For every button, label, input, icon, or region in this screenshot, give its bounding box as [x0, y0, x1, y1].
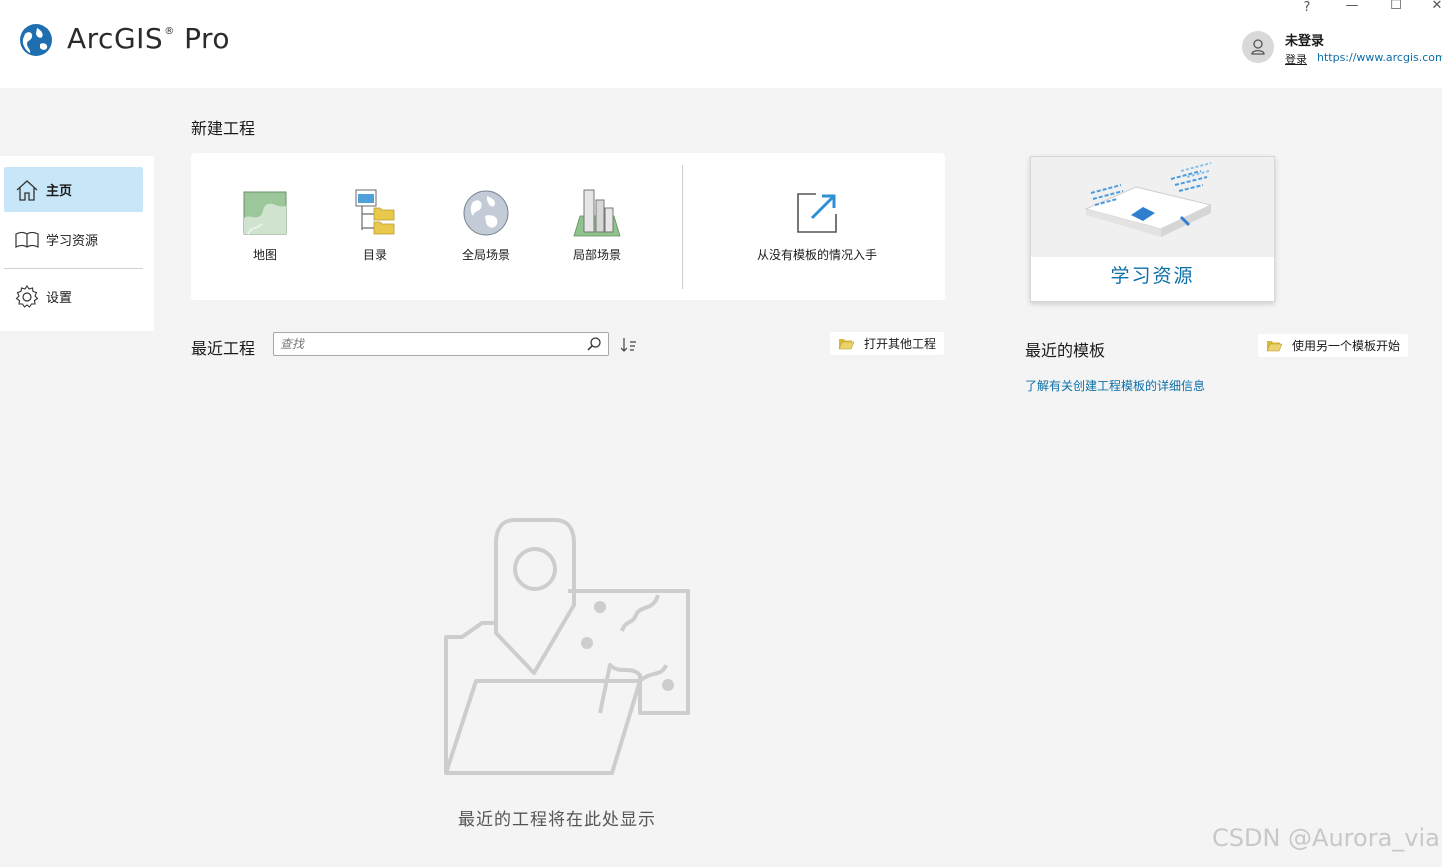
template-local-scene[interactable]: 局部场景 — [547, 183, 647, 263]
help-button[interactable]: ? — [1296, 0, 1318, 15]
user-icon — [1251, 39, 1265, 55]
search-icon[interactable] — [586, 336, 602, 352]
local-scene-icon — [573, 189, 621, 237]
sidebar-item-label: 主页 — [46, 184, 73, 199]
learning-label: 学习资源 — [1110, 265, 1195, 287]
open-other-project-label: 打开其他工程 — [864, 337, 937, 351]
sidebar-item-label: 设置 — [46, 291, 73, 306]
app-brand: ArcGIS® Pro — [67, 22, 231, 55]
folder-open-icon — [838, 339, 854, 350]
sidebar: 主页 学习资源 设置 — [0, 156, 154, 331]
template-label: 从没有模板的情况入手 — [756, 248, 877, 262]
use-another-template-label: 使用另一个模板开始 — [1292, 339, 1401, 353]
recent-projects-title: 最近工程 — [191, 339, 256, 358]
template-label: 目录 — [362, 248, 387, 262]
learning-resources-card[interactable]: 学习资源 — [1030, 156, 1275, 302]
template-global-scene[interactable]: 全局场景 — [436, 183, 536, 263]
new-project-card: 地图 目录 全局场景 局部场景 从没有模板的情况入手 — [191, 153, 945, 300]
avatar[interactable] — [1242, 31, 1274, 63]
arcgis-logo-icon — [20, 24, 52, 56]
globe-icon — [463, 190, 509, 236]
template-label: 全局场景 — [461, 248, 510, 262]
close-button[interactable]: ✕ — [1426, 0, 1442, 13]
sidebar-item-label: 学习资源 — [46, 234, 99, 249]
search-input[interactable] — [274, 333, 574, 355]
user-status: 未登录 — [1285, 34, 1325, 49]
maximize-button[interactable]: ☐ — [1385, 0, 1407, 13]
use-another-template-button[interactable]: 使用另一个模板开始 — [1258, 334, 1409, 357]
sort-icon[interactable] — [620, 336, 638, 354]
sidebar-item-learning[interactable]: 学习资源 — [4, 217, 143, 262]
sidebar-divider — [4, 268, 143, 269]
template-label: 局部场景 — [572, 248, 621, 262]
map-icon — [243, 191, 287, 235]
open-book-icon — [1084, 162, 1213, 237]
watermark: CSDN @Aurora_via — [1212, 824, 1440, 852]
learning-illustration — [1031, 157, 1274, 257]
template-start-without[interactable]: 从没有模板的情况入手 — [742, 183, 892, 263]
learn-more-templates-link[interactable]: 了解有关创建工程模板的详细信息 — [1025, 377, 1205, 394]
app-header: ArcGIS® Pro ? — ☐ ✕ 未登录 登录 https://www.a… — [0, 0, 1442, 88]
sidebar-item-home[interactable]: 主页 — [4, 167, 143, 212]
sidebar-item-settings[interactable]: 设置 — [4, 274, 143, 319]
catalog-icon — [355, 189, 395, 235]
card-divider — [682, 165, 683, 289]
home-icon — [16, 179, 38, 201]
empty-state-text: 最近的工程将在此处显示 — [458, 810, 656, 830]
new-project-title: 新建工程 — [191, 119, 256, 138]
minimize-button[interactable]: — — [1341, 0, 1363, 13]
open-other-project-button[interactable]: 打开其他工程 — [830, 332, 945, 355]
search-box — [273, 332, 609, 356]
template-catalog[interactable]: 目录 — [325, 183, 425, 263]
template-map[interactable]: 地图 — [215, 183, 315, 263]
recent-templates-title: 最近的模板 — [1025, 341, 1106, 360]
empty-projects-illustration — [444, 518, 690, 775]
template-label: 地图 — [252, 248, 277, 262]
book-icon — [15, 231, 39, 248]
portal-url-link[interactable]: https://www.arcgis.com/ — [1317, 51, 1442, 64]
gear-icon — [15, 284, 39, 308]
login-link[interactable]: 登录 — [1285, 51, 1307, 67]
external-arrow-icon — [797, 193, 837, 233]
folder-open-icon — [1266, 341, 1282, 352]
